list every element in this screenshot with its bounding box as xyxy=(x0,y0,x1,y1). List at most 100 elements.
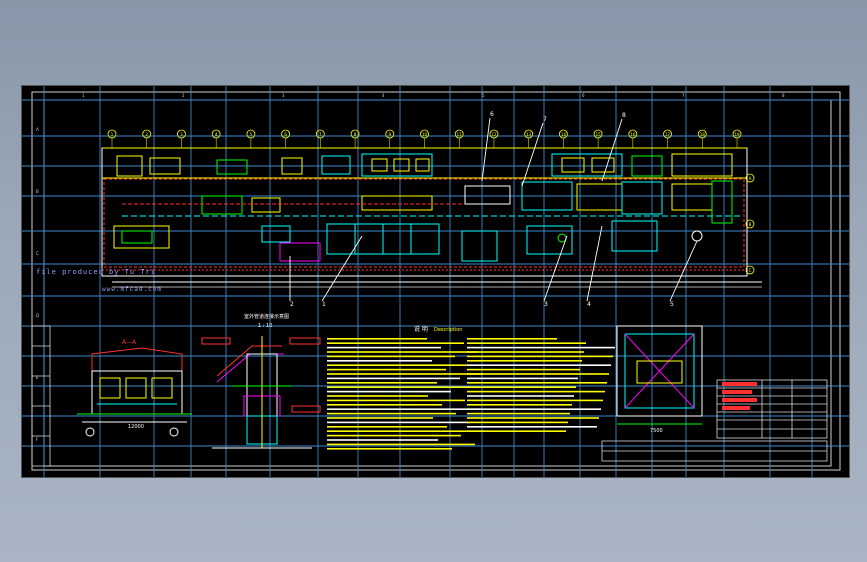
axis-label-side: C xyxy=(749,268,752,273)
note-line-right xyxy=(467,377,578,380)
small-plan xyxy=(616,325,703,425)
note-line-left xyxy=(327,377,460,380)
axis-label: 12 xyxy=(491,132,497,137)
frame-letter: A xyxy=(36,127,39,132)
callout-number: 5 xyxy=(670,301,674,308)
note-line-right xyxy=(467,386,576,388)
axis-label: 13 xyxy=(526,132,532,137)
margin-table xyxy=(31,325,51,467)
frame-letter: F xyxy=(36,437,39,442)
note-line-right xyxy=(467,346,615,349)
axis-bubbles-top: 1 2 3 4 5 6 7 8 9 10 11 12 13 14 15 16 17 18 19ABC xyxy=(107,129,755,275)
frame-number: 7 xyxy=(682,93,685,98)
note-line-right xyxy=(467,417,599,419)
note-line-left xyxy=(327,342,464,344)
note-line-right xyxy=(467,364,611,366)
inner-frame xyxy=(43,99,832,467)
frame-letter: C xyxy=(36,251,39,256)
note-line-right xyxy=(467,368,580,371)
notes-heading: 说 明 xyxy=(414,325,428,333)
note-line-left xyxy=(327,368,446,371)
note-line-right xyxy=(467,412,570,415)
frame-number: 3 xyxy=(282,93,285,98)
axis-label: 6 xyxy=(284,132,287,137)
callout-number: 6 xyxy=(490,111,494,118)
detail-scale: 1 : 10 xyxy=(258,323,272,329)
frame-letter: D xyxy=(36,313,39,318)
axis-label-side: B xyxy=(749,222,752,227)
frame-number: 1 xyxy=(82,93,85,98)
axis-label: 16 xyxy=(630,132,636,137)
note-line-left xyxy=(327,355,455,358)
note-line-right xyxy=(467,355,613,358)
note-line-right xyxy=(467,426,597,428)
note-line-right xyxy=(467,360,582,362)
axis-label: 18 xyxy=(700,132,706,137)
axis-label: 2 xyxy=(145,132,148,137)
axis-label: 17 xyxy=(665,132,671,137)
note-line-right xyxy=(467,395,574,397)
watermark-line1: file produced by Tu Tri xyxy=(36,268,156,276)
axis-label: 11 xyxy=(457,132,463,137)
note-line-left xyxy=(327,351,478,353)
note-line-left xyxy=(327,408,479,410)
note-line-left xyxy=(327,386,474,388)
frame-number: 6 xyxy=(582,93,585,98)
note-line-right xyxy=(467,373,609,375)
frame-letter: B xyxy=(36,189,39,194)
note-line-left xyxy=(327,346,441,349)
note-line-left xyxy=(327,382,437,384)
callout-number: 8 xyxy=(622,112,626,119)
note-line-left xyxy=(327,412,456,415)
note-line-right xyxy=(467,399,603,402)
axis-label: 1 xyxy=(111,132,114,137)
watermark-line2: www.mfcad.com xyxy=(102,286,162,293)
cad-drawing: 1 2 3 4 5 6 7 8 9 10 11 12 13 14 15 16 17 18 19ABC file pr… xyxy=(22,86,849,477)
note-line-left xyxy=(327,430,484,432)
detail-title: 室外管道连接示意图 xyxy=(244,313,289,320)
frame-number: 2 xyxy=(182,93,185,98)
axis-label: 9 xyxy=(389,132,392,137)
note-line-right xyxy=(467,382,607,384)
axis-label: 5 xyxy=(250,132,253,137)
note-line-right xyxy=(467,342,586,344)
frame-number: 4 xyxy=(382,93,385,98)
frame-number: 8 xyxy=(782,93,785,98)
note-line-left xyxy=(327,399,465,402)
note-line-left xyxy=(327,373,483,375)
notes-heading-en: Description xyxy=(434,327,462,333)
axis-label-side: A xyxy=(749,176,752,181)
note-line-left xyxy=(327,404,442,406)
axis-label: 4 xyxy=(215,132,218,137)
note-line-left xyxy=(327,448,452,450)
section-dimension: 12000 xyxy=(128,424,144,430)
note-line-left xyxy=(327,439,438,441)
note-line-right xyxy=(467,351,584,353)
callout-number: 4 xyxy=(587,301,591,308)
note-line-left xyxy=(327,364,469,366)
plan-dimension: 7500 xyxy=(650,428,663,434)
axis-label: 15 xyxy=(596,132,602,137)
note-line-left xyxy=(327,395,428,397)
note-line-left xyxy=(327,360,432,362)
detail-view xyxy=(201,336,321,449)
section-view xyxy=(77,347,192,437)
callout-number: 7 xyxy=(543,116,547,123)
note-line-right xyxy=(467,390,605,393)
note-line-right xyxy=(467,404,572,406)
callout-number: 3 xyxy=(544,301,548,308)
note-line-left xyxy=(327,338,427,340)
cad-drawing-viewport[interactable]: 1 2 3 4 5 6 7 8 9 10 11 12 13 14 15 16 17 18 19 A B C file pr… xyxy=(21,85,850,478)
note-line-left xyxy=(327,417,433,419)
note-line-left xyxy=(327,434,461,437)
note-line-left xyxy=(327,421,470,424)
title-block xyxy=(601,379,828,462)
note-line-right xyxy=(467,338,557,340)
frame-number: 5 xyxy=(482,93,485,98)
note-line-left xyxy=(327,443,475,446)
note-line-right xyxy=(467,430,566,432)
axis-label: 19 xyxy=(734,132,740,137)
notes-block xyxy=(327,338,615,450)
note-line-right xyxy=(467,421,568,424)
callout-number: 1 xyxy=(322,301,326,308)
